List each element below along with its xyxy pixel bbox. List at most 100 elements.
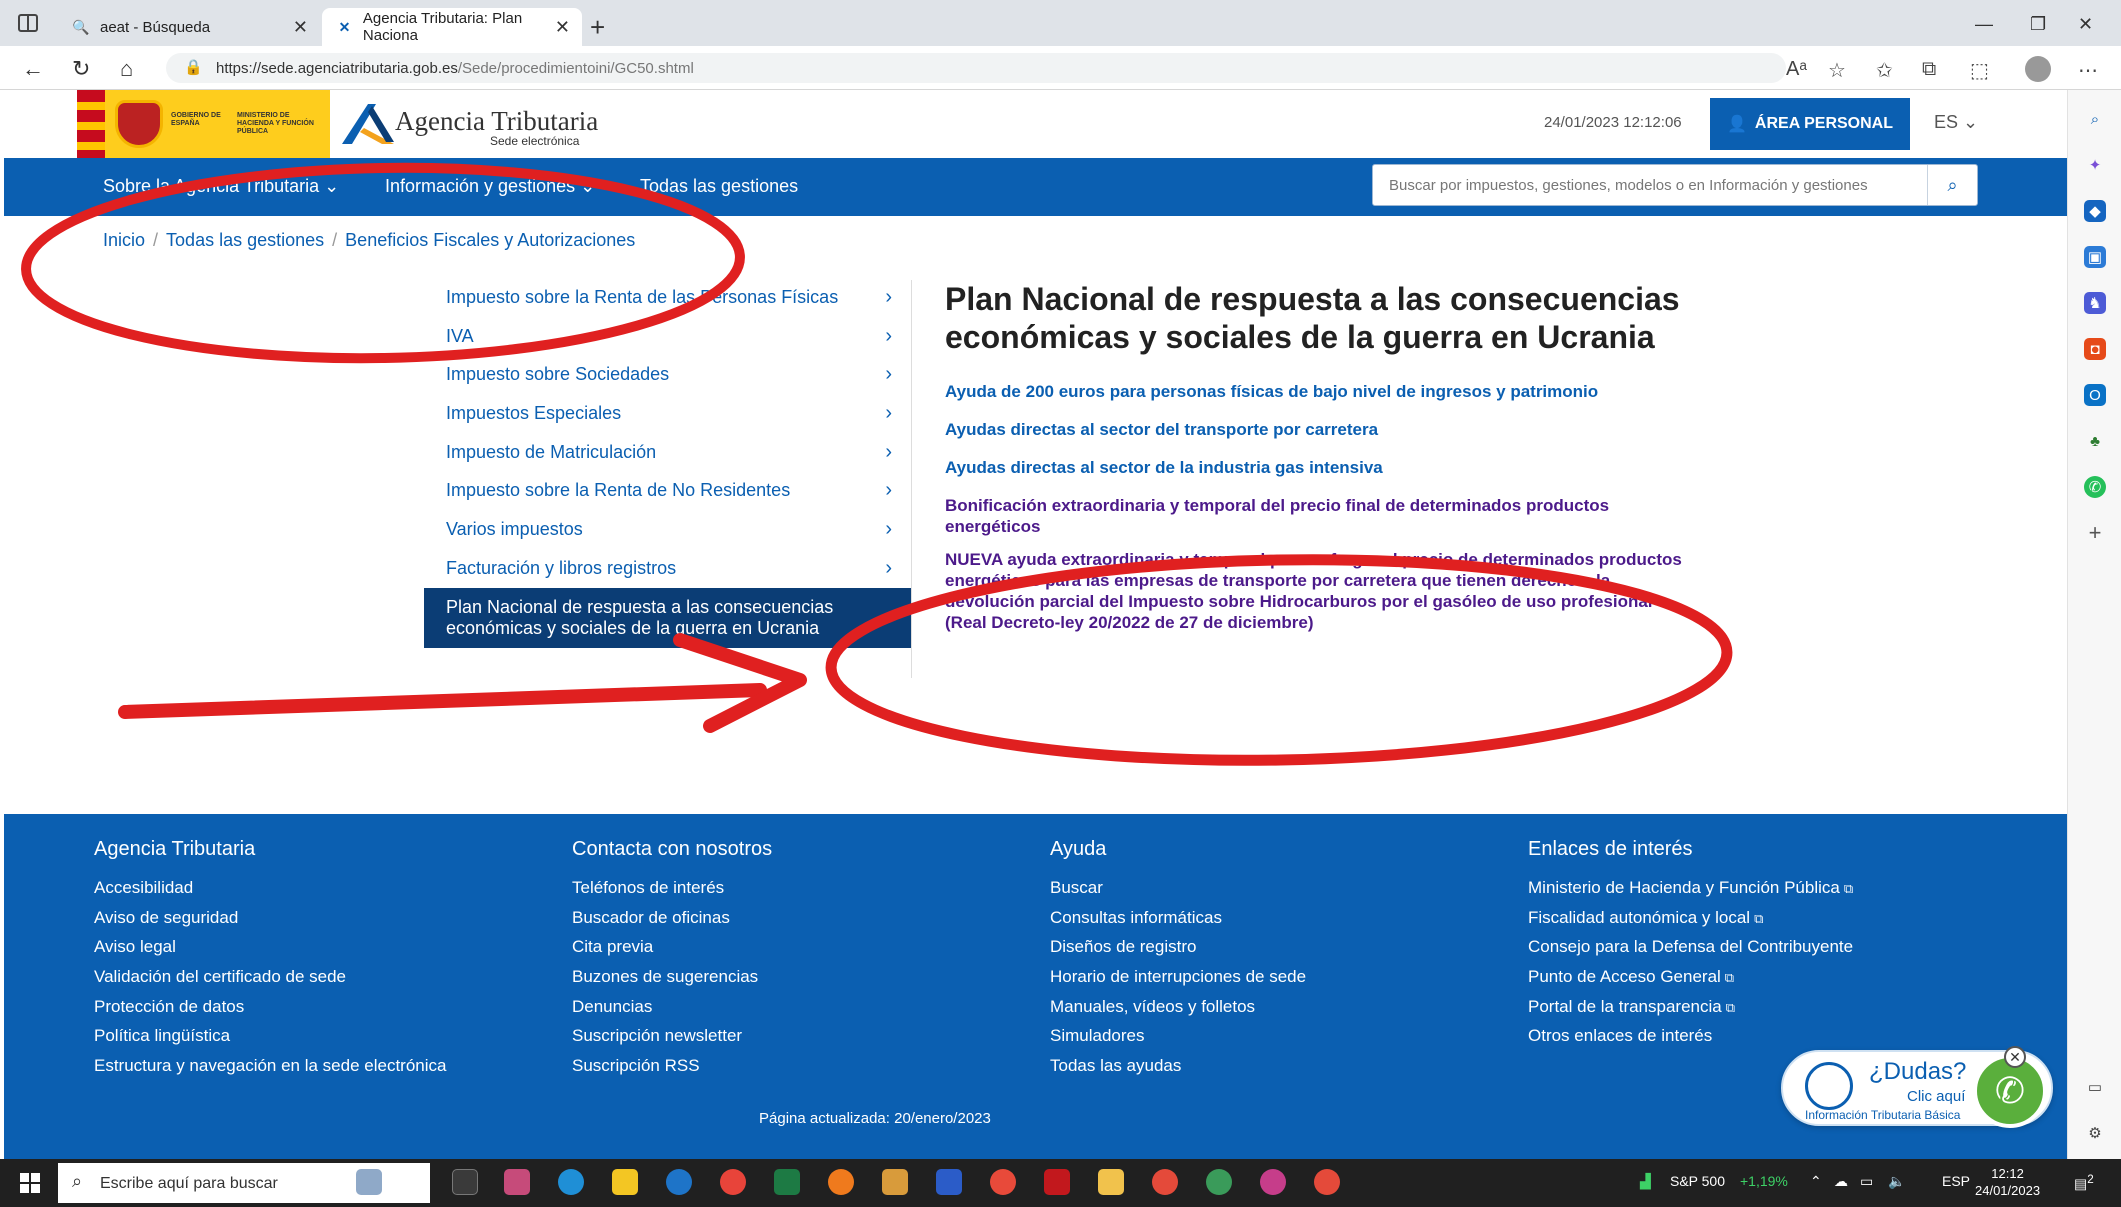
close-tab-icon[interactable]: ✕	[293, 17, 308, 38]
acrobat-app-icon[interactable]	[1044, 1169, 1070, 1195]
taskbar-clock[interactable]: 12:12 24/01/2023	[1975, 1165, 2040, 1199]
footer-link[interactable]: Teléfonos de interés	[572, 878, 758, 908]
excel-app-icon[interactable]	[774, 1169, 800, 1195]
breadcrumb-inicio[interactable]: Inicio	[103, 230, 145, 250]
new-tab-icon[interactable]: +	[590, 12, 605, 43]
collections-icon[interactable]: ⧉	[1922, 58, 1936, 81]
shopping-icon[interactable]: ◆	[2084, 200, 2106, 222]
nav-todas-gestiones[interactable]: Todas las gestiones	[640, 176, 798, 197]
link-ayudas-transporte[interactable]: Ayudas directas al sector del transporte…	[945, 419, 1685, 440]
favorites-icon[interactable]: ✩	[1876, 58, 1893, 83]
ie-app-icon[interactable]	[666, 1169, 692, 1195]
menu-item-varios[interactable]: Varios impuestos ›	[424, 510, 912, 549]
tools-icon[interactable]: ▣	[2084, 246, 2106, 268]
menu-item-facturacion[interactable]: Facturación y libros registros ›	[424, 549, 912, 588]
footer-link[interactable]: Accesibilidad	[94, 878, 446, 908]
task-view-icon[interactable]	[452, 1169, 478, 1195]
footer-link[interactable]: Portal de la transparencia ⧉	[1528, 997, 1853, 1027]
chrome-profile-icon[interactable]	[1206, 1169, 1232, 1195]
search-input[interactable]: Buscar por impuestos, gestiones, modelos…	[1389, 177, 1868, 194]
menu-item-sociedades[interactable]: Impuesto sobre Sociedades ›	[424, 355, 912, 394]
taskbar-search-input[interactable]: Escribe aquí para buscar	[100, 1175, 278, 1193]
footer-link[interactable]: Todas las ayudas	[1050, 1056, 1306, 1086]
site-search[interactable]: Buscar por impuestos, gestiones, modelos…	[1372, 164, 1978, 206]
chrome-profile-icon[interactable]	[1314, 1169, 1340, 1195]
breadcrumb-beneficios[interactable]: Beneficios Fiscales y Autorizaciones	[345, 230, 635, 250]
close-window-icon[interactable]: ✕	[2078, 14, 2093, 35]
tree-icon[interactable]: ♣	[2084, 430, 2106, 452]
footer-link[interactable]: Política lingüística	[94, 1026, 446, 1056]
footer-link[interactable]: Denuncias	[572, 997, 758, 1027]
footer-link[interactable]: Aviso de seguridad	[94, 908, 446, 938]
link-ayuda-200[interactable]: Ayuda de 200 euros para personas físicas…	[945, 381, 1685, 402]
footer-link[interactable]: Consejo para la Defensa del Contribuyent…	[1528, 937, 1853, 967]
discover-icon[interactable]: ✦	[2084, 154, 2106, 176]
maximize-icon[interactable]: ❐	[2030, 14, 2046, 35]
agencia-logo-icon[interactable]	[338, 98, 398, 148]
stock-name[interactable]: S&P 500	[1670, 1173, 1725, 1189]
profile-avatar[interactable]	[2025, 56, 2051, 82]
edge-app-icon[interactable]	[558, 1169, 584, 1195]
footer-link[interactable]: Estructura y navegación en la sede elect…	[94, 1056, 446, 1086]
chevron-up-icon[interactable]: ⌃	[1810, 1173, 1822, 1190]
start-icon[interactable]	[20, 1173, 40, 1193]
footer-link[interactable]: Validación del certificado de sede	[94, 967, 446, 997]
back-icon[interactable]: ←	[22, 56, 44, 82]
footer-link[interactable]: Buzones de sugerencias	[572, 967, 758, 997]
search-button[interactable]: ⌕	[1927, 165, 1977, 205]
menu-item-no-residentes[interactable]: Impuesto sobre la Renta de No Residentes…	[424, 471, 912, 510]
extension-icon[interactable]: ⬚	[1970, 58, 1989, 83]
games-icon[interactable]: ♞	[2084, 292, 2106, 314]
menu-item-especiales[interactable]: Impuestos Especiales ›	[424, 394, 912, 433]
search-icon[interactable]: ⌕	[2084, 108, 2106, 130]
whatsapp-icon[interactable]: ✆	[2084, 476, 2106, 498]
footer-link[interactable]: Buscador de oficinas	[572, 908, 758, 938]
footer-link[interactable]: Fiscalidad autonómica y local ⧉	[1528, 908, 1853, 938]
media-app-icon[interactable]	[882, 1169, 908, 1195]
office-icon[interactable]: ◘	[2084, 338, 2106, 360]
tab-busqueda[interactable]: 🔍 aeat - Búsqueda ✕	[58, 8, 320, 46]
footer-link[interactable]: Ministerio de Hacienda y Función Pública…	[1528, 878, 1853, 908]
settings-icon[interactable]: ⚙	[2084, 1122, 2106, 1144]
footer-link[interactable]: Aviso legal	[94, 937, 446, 967]
refresh-icon[interactable]: ↻	[72, 56, 90, 82]
footer-link[interactable]: Simuladores	[1050, 1026, 1306, 1056]
home-icon[interactable]: ⌂	[120, 56, 133, 82]
volume-icon[interactable]: 🔈	[1888, 1173, 1905, 1190]
breadcrumb-todas-gestiones[interactable]: Todas las gestiones	[166, 230, 324, 250]
footer-link[interactable]: Diseños de registro	[1050, 937, 1306, 967]
footer-link[interactable]: Suscripción RSS	[572, 1056, 758, 1086]
nav-sobre[interactable]: Sobre la Agencia Tributaria ⌄	[103, 176, 339, 197]
add-icon[interactable]: +	[2084, 520, 2106, 545]
footer-link[interactable]: Horario de interrupciones de sede	[1050, 967, 1306, 997]
notifications-icon[interactable]: ▤2	[2074, 1173, 2094, 1193]
footer-link[interactable]: Suscripción newsletter	[572, 1026, 758, 1056]
tab-agencia[interactable]: ✕ Agencia Tributaria: Plan Naciona ✕	[322, 8, 582, 46]
minimize-icon[interactable]: —	[1975, 14, 1993, 35]
footer-link[interactable]: Manuales, vídeos y folletos	[1050, 997, 1306, 1027]
menu-item-matriculacion[interactable]: Impuesto de Matriculación ›	[424, 433, 912, 472]
nav-informacion[interactable]: Información y gestiones ⌄	[385, 176, 595, 197]
link-ayudas-gas[interactable]: Ayudas directas al sector de la industri…	[945, 457, 1685, 478]
footer-link[interactable]: Buscar	[1050, 878, 1306, 908]
network-icon[interactable]: ☁	[1834, 1173, 1848, 1190]
battery-icon[interactable]: ▭	[1860, 1173, 1873, 1190]
more-menu-icon[interactable]: ⋯	[2078, 58, 2098, 83]
g-app-icon[interactable]	[990, 1169, 1016, 1195]
language-selector[interactable]: ES ⌄	[1934, 112, 1978, 133]
link-bonificacion[interactable]: Bonificación extraordinaria y temporal d…	[945, 495, 1685, 537]
chrome-profile-icon[interactable]	[1260, 1169, 1286, 1195]
close-widget-icon[interactable]: ✕	[2004, 1046, 2026, 1068]
menu-item-iva[interactable]: IVA ›	[424, 317, 912, 356]
input-language[interactable]: ESP	[1942, 1173, 1970, 1189]
read-aloud-icon[interactable]: Aᵃ	[1786, 58, 1807, 81]
footer-link[interactable]: Protección de datos	[94, 997, 446, 1027]
firefox-app-icon[interactable]	[828, 1169, 854, 1195]
menu-item-plan-ucrania[interactable]: Plan Nacional de respuesta a las consecu…	[424, 587, 912, 648]
gobierno-logo[interactable]: Gobierno de España Ministerio de Haciend…	[77, 90, 330, 158]
footer-link[interactable]: Consultas informáticas	[1050, 908, 1306, 938]
paint-app-icon[interactable]	[504, 1169, 530, 1195]
sidebar-layout-icon[interactable]: ▭	[2084, 1076, 2106, 1098]
url-field[interactable]: 🔒 https://sede.agenciatributaria.gob.es/…	[166, 53, 1786, 83]
footer-link[interactable]: Punto de Acceso General ⧉	[1528, 967, 1853, 997]
